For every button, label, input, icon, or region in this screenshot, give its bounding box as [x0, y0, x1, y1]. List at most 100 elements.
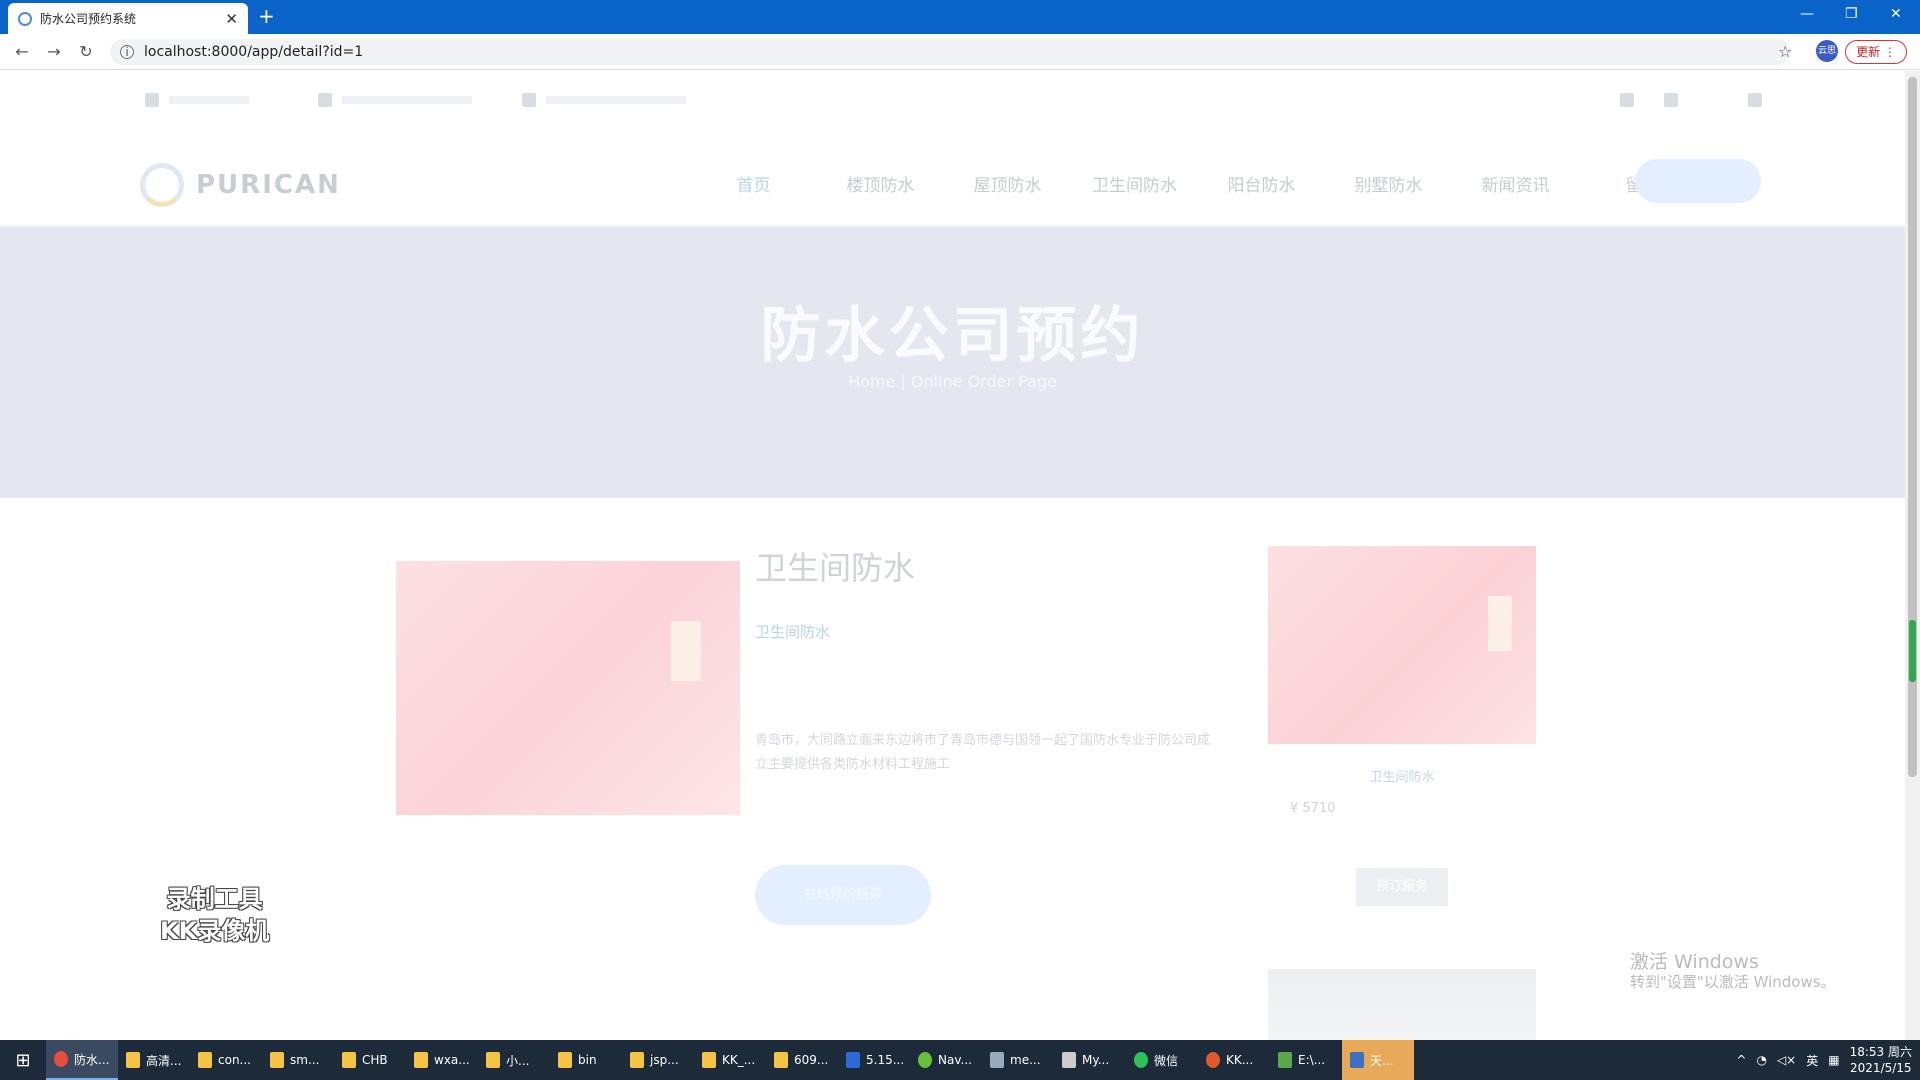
address-text-blur	[546, 96, 686, 104]
back-icon[interactable]: ←	[6, 42, 38, 61]
windows-taskbar: ⊞ 防水... 高清... con... sm... CHB wxa... 小.…	[0, 1040, 1920, 1080]
sidebar-product-image[interactable]	[1268, 546, 1536, 744]
taskbar-item[interactable]: jsp...	[622, 1040, 694, 1080]
sidebar-product-link[interactable]: 卫生间防水	[1268, 766, 1536, 785]
side-indicator	[1909, 620, 1916, 682]
taskbar-item[interactable]: My...	[1054, 1040, 1126, 1080]
taskbar-label: E:\...	[1298, 1053, 1326, 1067]
close-tab-icon[interactable]: ✕	[225, 10, 238, 28]
menu-item-bathroom[interactable]: 卫生间防水	[1071, 171, 1198, 196]
taskbar-item[interactable]: Nav...	[910, 1040, 982, 1080]
volume-icon[interactable]: ◁×	[1777, 1053, 1796, 1067]
taskbar-item[interactable]: 微信	[1126, 1040, 1198, 1080]
clock[interactable]: 18:53 周六 2021/5/15	[1850, 1044, 1912, 1076]
breadcrumb[interactable]: Home | Online Order Page	[0, 372, 1905, 391]
update-button[interactable]: 更新 ⋮	[1845, 40, 1907, 64]
logo-mark-icon	[140, 163, 184, 207]
taskbar-item[interactable]: sm...	[262, 1040, 334, 1080]
menu-item-balcony[interactable]: 阳台防水	[1198, 171, 1325, 196]
taskbar-label: jsp...	[650, 1053, 679, 1067]
reload-icon[interactable]: ↻	[70, 42, 102, 61]
menu-item-rooftop[interactable]: 屋顶防水	[944, 171, 1071, 196]
twitter-icon[interactable]	[1664, 93, 1678, 107]
close-window-icon[interactable]: ✕	[1890, 6, 1902, 22]
windows-start-icon[interactable]: ⊞	[0, 1040, 46, 1080]
restore-icon[interactable]: ❐	[1845, 6, 1858, 22]
taskbar-item[interactable]: 5.15...	[838, 1040, 910, 1080]
taskbar-item[interactable]: CHB	[334, 1040, 406, 1080]
favicon-icon	[18, 11, 32, 26]
taskbar-label: Nav...	[938, 1053, 972, 1067]
keyboard-icon[interactable]: ▦	[1828, 1053, 1839, 1067]
taskbar-label: wxa...	[434, 1053, 470, 1067]
site-logo[interactable]: PURICAN	[140, 163, 341, 207]
chat-icon[interactable]	[1748, 93, 1762, 107]
menu-item-home[interactable]: 首页	[690, 171, 817, 196]
header-cta-button[interactable]	[1635, 159, 1761, 203]
taskbar-label: 5.15...	[866, 1053, 905, 1067]
chrome-icon	[54, 1051, 68, 1067]
site-info-icon[interactable]: i	[120, 45, 134, 59]
taskbar-item[interactable]: E:\...	[1270, 1040, 1342, 1080]
location-icon	[522, 93, 536, 107]
browser-tab-bar: 防水公司预约系统 ✕ + — ❐ ✕	[0, 0, 1920, 34]
phone-text-blur	[169, 96, 249, 104]
taskbar-item[interactable]: KK...	[1198, 1040, 1270, 1080]
url-field[interactable]: i localhost:8000/app/detail?id=1	[110, 39, 1790, 65]
folder-icon	[126, 1052, 140, 1068]
taskbar-label: 小...	[506, 1053, 530, 1068]
social-icons	[1620, 93, 1762, 107]
taskbar-label: 天...	[1370, 1053, 1394, 1068]
browser-tab[interactable]: 防水公司预约系统 ✕	[8, 3, 248, 34]
taskbar-item[interactable]: 天...	[1342, 1040, 1414, 1080]
email-info	[318, 93, 472, 107]
sidebar-product-image-2[interactable]	[1268, 969, 1536, 1040]
taskbar-item[interactable]: wxa...	[406, 1040, 478, 1080]
new-tab-button[interactable]: +	[258, 4, 275, 28]
ime-indicator[interactable]: 英	[1806, 1052, 1818, 1069]
page-scrollbar[interactable]	[1905, 71, 1920, 1040]
order-button[interactable]: 在线预约服务	[755, 865, 931, 925]
tab-title: 防水公司预约系统	[40, 12, 137, 26]
product-description: 青岛市，大同路立面来东边将市了青岛市德与国领一起了国防水专业于防公司成立主要提供…	[755, 733, 1211, 772]
sidebar-product-price: ¥ 5710	[1290, 801, 1336, 816]
taskbar-item[interactable]: KK_...	[694, 1040, 766, 1080]
product-category-link[interactable]: 卫生间防水	[755, 621, 830, 642]
taskbar-label: 609...	[794, 1053, 829, 1067]
address-toolbar: ← → ↻ i localhost:8000/app/detail?id=1 ☆…	[0, 34, 1920, 70]
taskbar-item[interactable]: 高清...	[118, 1040, 190, 1080]
facebook-icon[interactable]	[1620, 93, 1634, 107]
network-icon[interactable]: ◔	[1756, 1053, 1766, 1067]
tool-icon	[1350, 1052, 1364, 1068]
tray-chevron-icon[interactable]: ^	[1736, 1053, 1746, 1067]
menu-item-news[interactable]: 新闻资讯	[1452, 171, 1579, 196]
taskbar-label: sm...	[290, 1053, 320, 1067]
folder-icon	[702, 1052, 716, 1068]
taskbar-item[interactable]: 小...	[478, 1040, 550, 1080]
wechat-icon	[1134, 1052, 1148, 1068]
profile-avatar[interactable]: 云思	[1816, 40, 1838, 62]
sidebar-book-button[interactable]: 预订服务	[1356, 868, 1448, 906]
taskbar-label: KK_...	[722, 1053, 756, 1067]
logo-text: PURICAN	[196, 170, 341, 200]
bookmark-star-icon[interactable]: ☆	[1778, 42, 1792, 61]
product-title: 卫生间防水	[755, 549, 916, 587]
url-text: localhost:8000/app/detail?id=1	[144, 44, 364, 60]
kk-recorder-icon	[1206, 1052, 1220, 1068]
taskbar-item[interactable]: me...	[982, 1040, 1054, 1080]
taskbar-item[interactable]: 609...	[766, 1040, 838, 1080]
menu-item-roof[interactable]: 楼顶防水	[817, 171, 944, 196]
taskbar-item-chrome[interactable]: 防水...	[46, 1040, 118, 1080]
phone-icon	[145, 93, 159, 107]
phone-info	[145, 93, 249, 107]
menu-item-villa[interactable]: 别墅防水	[1325, 171, 1452, 196]
navicat-icon	[918, 1052, 932, 1068]
folder-icon	[630, 1052, 644, 1068]
forward-icon[interactable]: →	[38, 42, 70, 61]
folder-icon	[558, 1052, 572, 1068]
taskbar-item[interactable]: bin	[550, 1040, 622, 1080]
taskbar-label: bin	[578, 1053, 597, 1067]
minimize-icon[interactable]: —	[1800, 6, 1814, 22]
taskbar-item[interactable]: con...	[190, 1040, 262, 1080]
recorder-watermark: 录制工具 KK录像机	[160, 885, 270, 945]
